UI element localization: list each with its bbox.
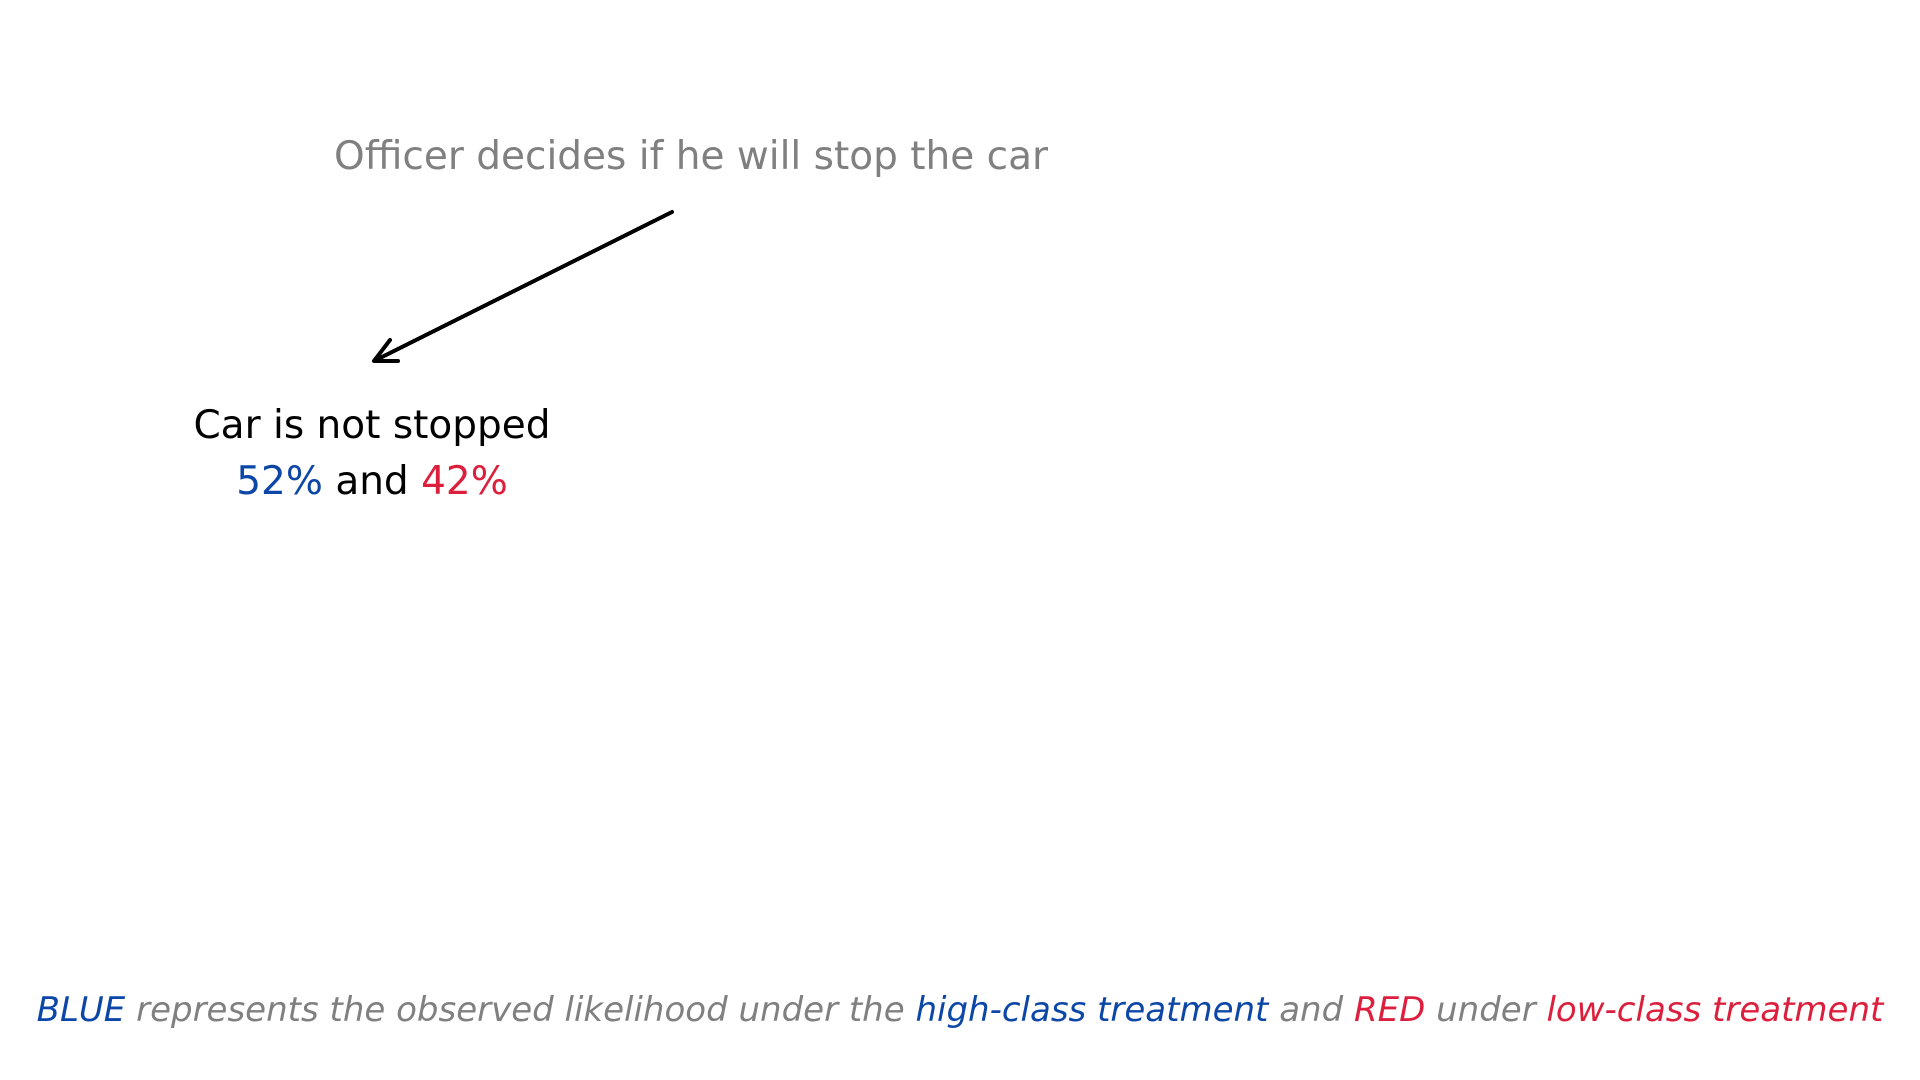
legend-and: and xyxy=(1279,990,1344,1030)
high-class-value: 52% xyxy=(236,459,323,504)
legend-text-1: represents the observed likelihood under… xyxy=(136,990,905,1030)
outcome-values: 52% and 42% xyxy=(170,454,574,510)
arrow-head xyxy=(372,338,400,363)
arrow-shaft xyxy=(376,210,674,361)
low-class-value: 42% xyxy=(421,459,508,504)
decision-node-label: Officer decides if he will stop the car xyxy=(334,134,1049,179)
outcome-label: Car is not stopped xyxy=(193,403,551,448)
values-connector: and xyxy=(335,459,409,504)
legend-blue-word: BLUE xyxy=(36,990,126,1030)
color-legend: BLUE represents the observed likelihood … xyxy=(0,990,1920,1031)
legend-red-word: RED xyxy=(1353,990,1426,1030)
slide: Officer decides if he will stop the car … xyxy=(0,0,1920,1080)
legend-high-class: high-class treatment xyxy=(915,990,1269,1030)
outcome-node: Car is not stopped 52% and 42% xyxy=(170,398,574,510)
legend-under: under xyxy=(1436,990,1536,1030)
legend-low-class: low-class treatment xyxy=(1546,990,1884,1030)
